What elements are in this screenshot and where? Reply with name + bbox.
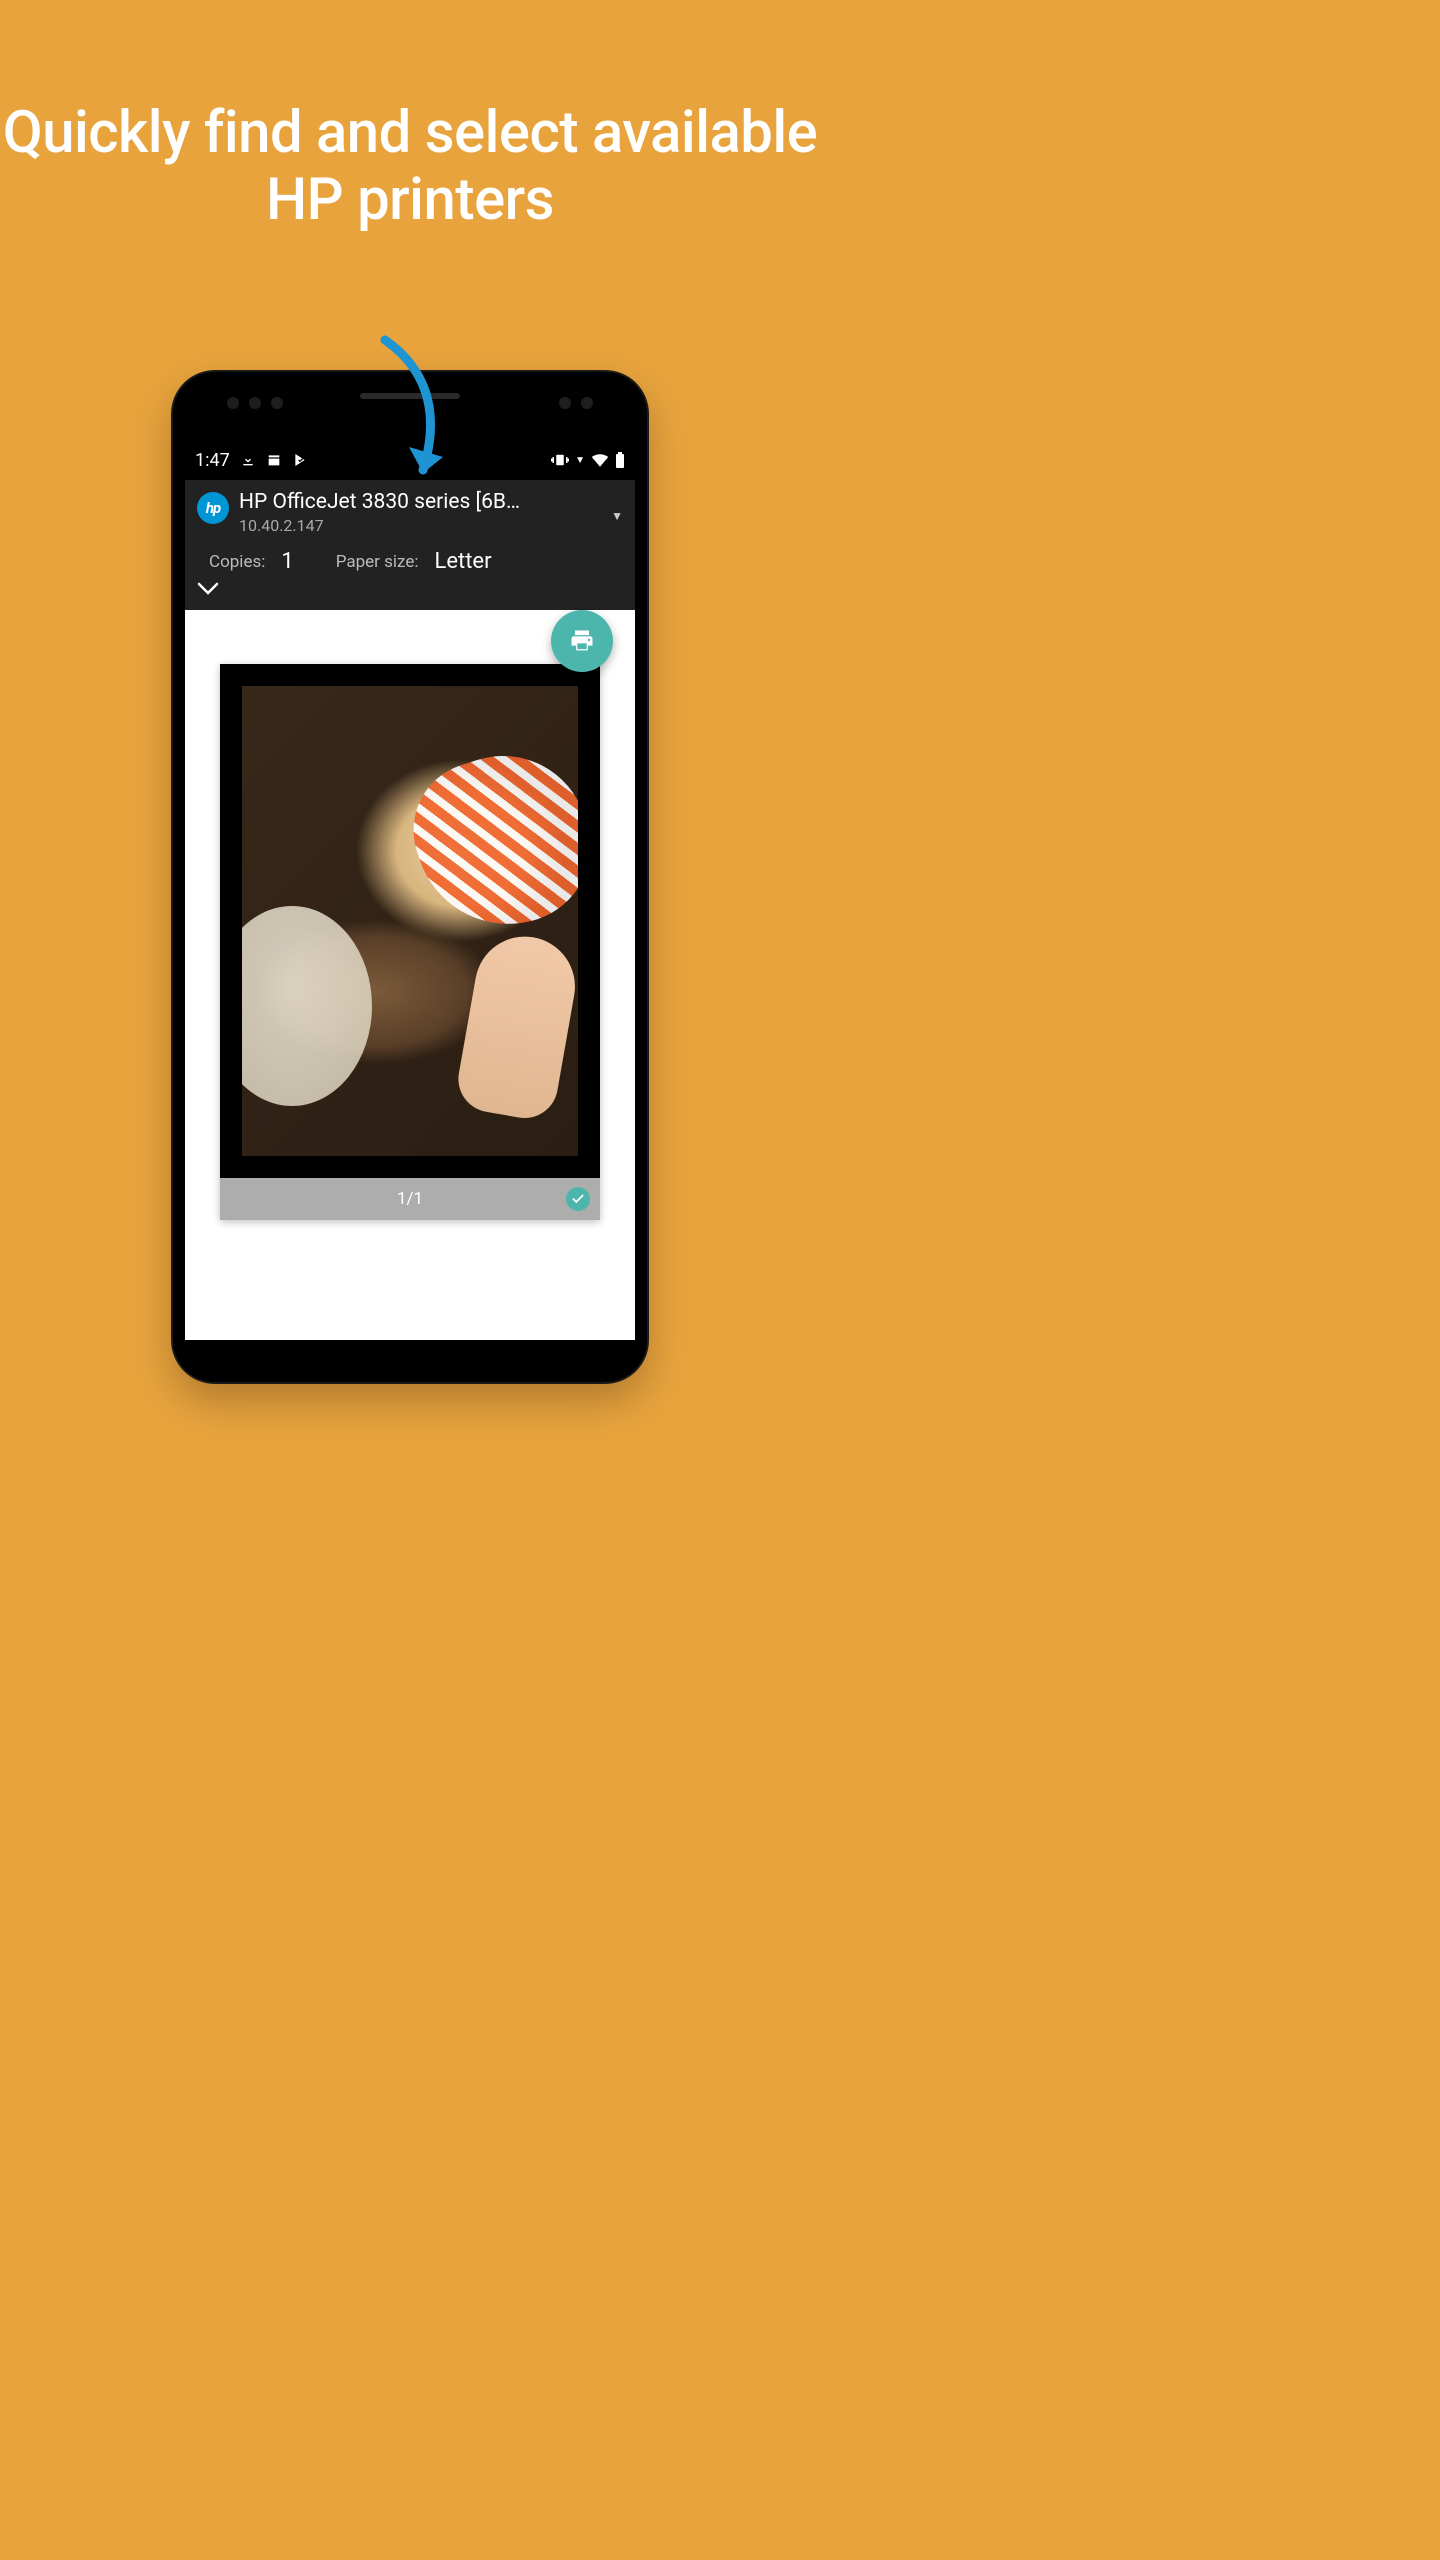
paper-size-value[interactable]: Letter xyxy=(435,549,492,574)
preview-photo xyxy=(242,686,578,1156)
download-icon xyxy=(240,452,256,468)
play-protect-icon xyxy=(292,452,308,468)
printer-ip: 10.40.2.147 xyxy=(239,516,597,535)
printer-icon xyxy=(568,627,596,655)
copies-label: Copies: xyxy=(209,552,265,572)
phone-frame: 1:47 ▼ xyxy=(173,372,647,1382)
printer-selection-bar: hp HP OfficeJet 3830 series [6B… 10.40.2… xyxy=(185,480,635,610)
print-preview-area: 1/1 xyxy=(185,610,635,1220)
expand-options-button[interactable] xyxy=(197,578,623,604)
wifi-icon xyxy=(591,453,609,467)
page-selected-check-icon[interactable] xyxy=(566,1187,590,1211)
print-button[interactable] xyxy=(551,610,613,672)
printer-dropdown[interactable]: hp HP OfficeJet 3830 series [6B… 10.40.2… xyxy=(197,490,623,535)
status-time: 1:47 xyxy=(195,450,230,471)
battery-icon xyxy=(615,452,625,468)
copies-value[interactable]: 1 xyxy=(281,549,293,574)
paper-size-label: Paper size: xyxy=(336,552,419,572)
caret-down-icon: ▼ xyxy=(575,455,585,466)
dropdown-caret-icon: ▼ xyxy=(611,509,623,523)
vibrate-icon xyxy=(551,453,569,467)
phone-sensors-right xyxy=(559,397,593,409)
phone-screen: 1:47 ▼ xyxy=(185,440,635,1340)
marketing-headline: Quickly find and select available HP pri… xyxy=(0,100,820,233)
pointer-arrow xyxy=(365,335,455,495)
calendar-icon xyxy=(266,452,282,468)
phone-bottom-bezel xyxy=(173,1340,647,1382)
phone-sensors-left xyxy=(227,397,283,409)
preview-page[interactable]: 1/1 xyxy=(220,664,600,1220)
hp-logo-icon: hp xyxy=(197,492,229,524)
page-indicator: 1/1 xyxy=(397,1189,423,1209)
